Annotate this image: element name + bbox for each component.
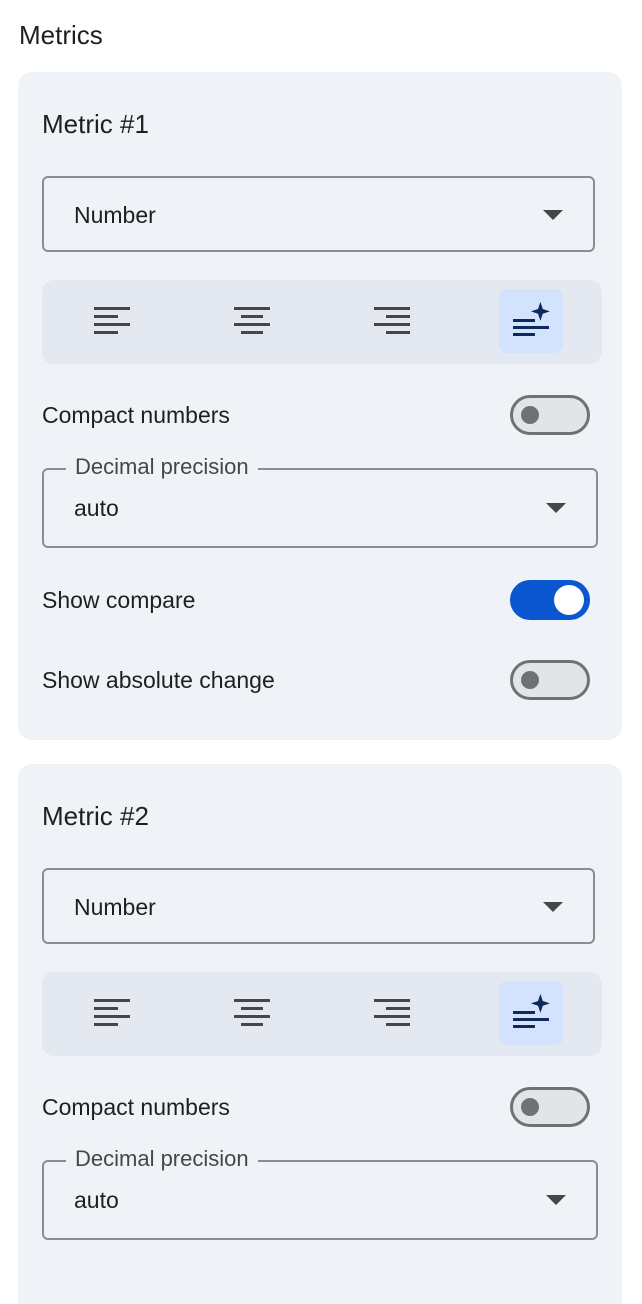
align-left-icon <box>94 307 130 334</box>
alignment-toggle-group <box>42 972 602 1056</box>
align-right-button[interactable] <box>360 981 424 1045</box>
compact-numbers-label: Compact numbers <box>42 402 230 428</box>
align-left-button[interactable] <box>80 289 144 353</box>
align-right-icon <box>374 999 410 1026</box>
decimal-precision-select[interactable]: Decimal precision auto <box>42 1145 598 1240</box>
align-center-button[interactable] <box>220 981 284 1045</box>
compact-numbers-toggle[interactable] <box>510 1087 590 1127</box>
show-absolute-change-label: Show absolute change <box>42 667 275 693</box>
align-right-icon <box>374 307 410 334</box>
section-title: Metrics <box>19 20 103 50</box>
align-left-icon <box>94 999 130 1026</box>
align-right-button[interactable] <box>360 289 424 353</box>
align-center-button[interactable] <box>220 289 284 353</box>
metric-title: Metric #2 <box>42 801 149 831</box>
decimal-precision-select[interactable]: Decimal precision auto <box>42 453 598 548</box>
format-select[interactable]: Number <box>42 176 595 252</box>
toggle-knob <box>521 671 539 689</box>
align-left-button[interactable] <box>80 981 144 1045</box>
toggle-knob <box>521 1098 539 1116</box>
dropdown-arrow-icon <box>543 902 563 912</box>
align-center-icon <box>234 307 270 334</box>
format-select-value: Number <box>74 894 156 920</box>
show-compare-label: Show compare <box>42 587 196 613</box>
show-compare-toggle[interactable] <box>510 580 590 620</box>
align-auto-sparkle-icon <box>513 993 550 1028</box>
align-auto-button[interactable] <box>499 981 563 1045</box>
align-auto-button[interactable] <box>499 289 563 353</box>
align-center-icon <box>234 999 270 1026</box>
decimal-precision-value: auto <box>74 495 119 521</box>
dropdown-arrow-icon <box>546 503 566 513</box>
compact-numbers-toggle[interactable] <box>510 395 590 435</box>
metric-card-1: Metric #1 Number Compact numbers Decimal… <box>18 72 622 740</box>
format-select[interactable]: Number <box>42 868 595 944</box>
align-auto-sparkle-icon <box>513 301 550 336</box>
toggle-knob <box>554 585 584 615</box>
show-absolute-change-toggle[interactable] <box>510 660 590 700</box>
decimal-precision-label: Decimal precision <box>66 453 258 481</box>
decimal-precision-label: Decimal precision <box>66 1145 258 1173</box>
decimal-precision-value: auto <box>74 1187 119 1213</box>
dropdown-arrow-icon <box>546 1195 566 1205</box>
dropdown-arrow-icon <box>543 210 563 220</box>
compact-numbers-label: Compact numbers <box>42 1094 230 1120</box>
toggle-knob <box>521 406 539 424</box>
metric-card-2: Metric #2 Number Compact numbers Decimal… <box>18 764 622 1304</box>
format-select-value: Number <box>74 202 156 228</box>
alignment-toggle-group <box>42 280 602 364</box>
metric-title: Metric #1 <box>42 109 149 139</box>
